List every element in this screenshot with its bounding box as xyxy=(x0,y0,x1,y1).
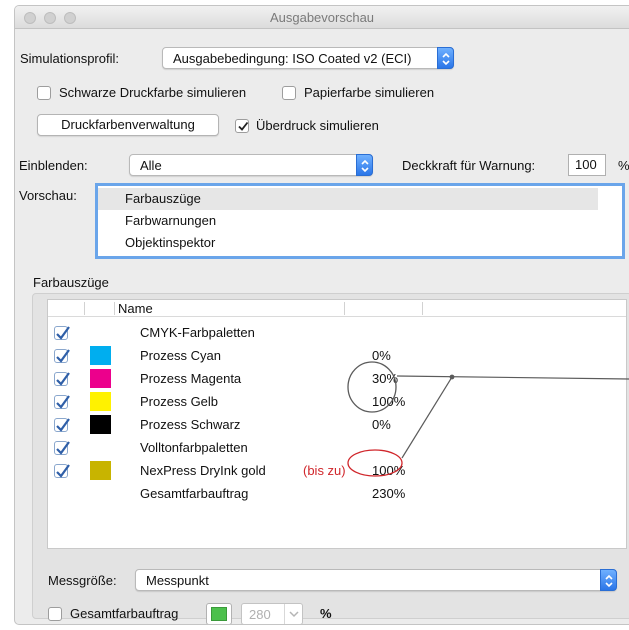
checkmark-icon xyxy=(56,418,70,432)
row-name: Gesamtfarbauftrag xyxy=(140,486,249,501)
output-preview-window: Ausgabevorschau Simulationsprofil: Ausga… xyxy=(14,5,629,625)
preview-label: Vorschau: xyxy=(19,188,77,203)
row-name: Prozess Gelb xyxy=(140,394,219,409)
total-ink-unit: % xyxy=(320,606,332,621)
chevron-updown-icon xyxy=(600,569,617,591)
warning-opacity-unit: % xyxy=(618,158,629,173)
row-note: (bis zu) xyxy=(303,463,346,478)
ink-manager-button[interactable]: Druckfarbenverwaltung xyxy=(37,114,219,136)
row-visibility-checkbox[interactable] xyxy=(54,349,70,363)
row-name: Prozess Cyan xyxy=(140,348,221,363)
simulate-black-ink-label: Schwarze Druckfarbe simulieren xyxy=(59,85,247,100)
row-visibility-checkbox[interactable] xyxy=(54,395,70,409)
preview-item-object-inspector[interactable]: Objektinspektor xyxy=(125,232,595,254)
separations-table: Name CMYK-Farbpaletten Prozess Cyan 0% P… xyxy=(47,299,627,549)
checkmark-icon xyxy=(56,441,70,455)
gold-swatch xyxy=(90,461,111,480)
total-ink-color-swatch xyxy=(211,607,227,621)
row-value: 30% xyxy=(372,371,399,386)
simulation-profile-select[interactable]: Ausgabebedingung: ISO Coated v2 (ECI) xyxy=(162,47,454,69)
row-visibility-checkbox[interactable] xyxy=(54,464,70,478)
chevron-updown-icon xyxy=(356,154,373,176)
row-name: Prozess Schwarz xyxy=(140,417,241,432)
row-visibility-checkbox[interactable] xyxy=(54,326,70,340)
black-swatch xyxy=(90,415,111,434)
title-bar: Ausgabevorschau xyxy=(15,6,629,29)
preview-item-separations[interactable]: Farbauszüge xyxy=(98,188,598,210)
simulate-black-ink-checkbox[interactable] xyxy=(37,86,51,100)
chevron-down-icon xyxy=(284,604,302,624)
simulation-profile-value: Ausgabebedingung: ISO Coated v2 (ECI) xyxy=(173,51,412,66)
checkmark-icon xyxy=(56,395,70,409)
row-visibility-checkbox[interactable] xyxy=(54,372,70,386)
simulate-paper-color-label: Papierfarbe simulieren xyxy=(304,85,435,100)
checkmark-icon xyxy=(56,464,70,478)
window-title: Ausgabevorschau xyxy=(269,10,375,25)
row-value: 230% xyxy=(372,486,406,501)
row-name: Prozess Magenta xyxy=(140,371,242,386)
row-value: 100% xyxy=(372,394,406,409)
show-value: Alle xyxy=(140,158,162,173)
table-header: Name xyxy=(48,300,626,317)
total-ink-color-well[interactable] xyxy=(206,603,232,624)
warning-opacity-field[interactable]: 100 xyxy=(568,154,606,176)
simulate-overprint-label: Überdruck simulieren xyxy=(256,118,379,133)
checkmark-icon xyxy=(238,121,249,131)
checkmark-icon xyxy=(56,326,70,340)
simulate-paper-color-checkbox[interactable] xyxy=(282,86,296,100)
measure-select[interactable]: Messpunkt xyxy=(135,569,617,591)
checkmark-icon xyxy=(56,349,70,363)
row-value: 0% xyxy=(372,417,391,432)
total-ink-checkbox[interactable] xyxy=(48,607,62,621)
total-ink-label: Gesamtfarbauftrag xyxy=(70,606,179,621)
row-visibility-checkbox[interactable] xyxy=(54,418,70,432)
column-name-header: Name xyxy=(118,301,153,316)
row-value: 0% xyxy=(372,348,391,363)
cyan-swatch xyxy=(90,346,111,365)
row-name: CMYK-Farbpaletten xyxy=(140,325,255,340)
total-ink-value: 280 xyxy=(249,607,271,622)
row-name: Volltonfarbpaletten xyxy=(140,440,248,455)
checkmark-icon xyxy=(56,372,70,386)
measure-label: Messgröße: xyxy=(48,573,117,588)
show-select[interactable]: Alle xyxy=(129,154,373,176)
row-name: NexPress DryInk gold xyxy=(140,463,266,478)
simulation-profile-label: Simulationsprofil: xyxy=(20,51,119,66)
magenta-swatch xyxy=(90,369,111,388)
chevron-updown-icon xyxy=(437,47,454,69)
preview-list[interactable]: Farbauszüge Farbwarnungen Objektinspekto… xyxy=(95,183,625,259)
row-value: 100% xyxy=(372,463,406,478)
separations-group-label: Farbauszüge xyxy=(33,275,109,290)
row-visibility-checkbox[interactable] xyxy=(54,441,70,455)
total-ink-combo[interactable]: 280 xyxy=(241,603,303,624)
simulate-overprint-checkbox[interactable] xyxy=(235,119,249,133)
show-label: Einblenden: xyxy=(19,158,88,173)
measure-value: Messpunkt xyxy=(146,573,209,588)
warning-opacity-label: Deckkraft für Warnung: xyxy=(402,158,536,173)
yellow-swatch xyxy=(90,392,111,411)
preview-item-color-warnings[interactable]: Farbwarnungen xyxy=(125,210,595,232)
